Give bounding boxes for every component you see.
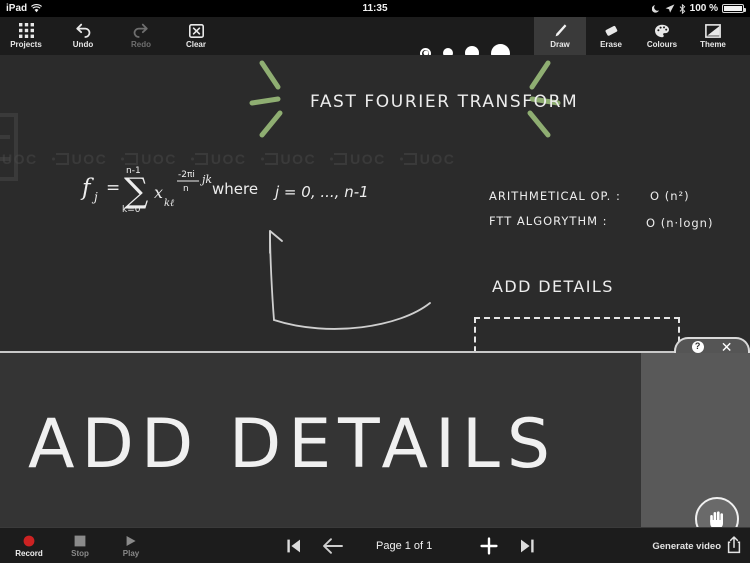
battery-full-icon <box>722 4 746 13</box>
theme-label: Theme <box>700 40 726 49</box>
svg-text:n: n <box>183 184 189 194</box>
redo-label: Redo <box>131 40 151 49</box>
close-x-icon[interactable]: ✕ <box>721 340 733 354</box>
status-bar-right: 100 % <box>651 0 746 17</box>
svg-text:=: = <box>106 178 120 198</box>
stop-square-icon <box>74 534 86 547</box>
complexity-value-0: O (n²) <box>650 189 690 203</box>
whiteboard-canvas[interactable]: UOC UOC UOC UOC UOC UOC UOC FAST FOURIER… <box>0 55 750 351</box>
selection-text: ADD DETAILS <box>492 277 614 296</box>
play-button[interactable]: Play <box>104 528 158 563</box>
formula-group: f j = ∑ n-1 k=0 x kℓ -2πi n jk where j =… <box>80 166 369 215</box>
svg-text:kℓ: kℓ <box>164 198 174 209</box>
eraser-icon <box>603 23 620 38</box>
erase-label: Erase <box>600 40 622 49</box>
board-title: FAST FOURIER TRANSFORM <box>310 92 578 112</box>
record-label: Record <box>15 549 43 558</box>
redo-button[interactable]: Redo <box>115 17 167 55</box>
curved-arrow-stroke <box>269 230 431 330</box>
status-bar: iPad 11:35 100 % <box>0 0 750 17</box>
stop-button[interactable]: Stop <box>53 528 107 563</box>
redo-arrow-icon <box>133 23 149 38</box>
complexity-group: ARITHMETICAL OP. : O (n²) FTT ALGORYTHM … <box>489 189 713 230</box>
location-arrow-icon <box>665 4 675 13</box>
projects-button[interactable]: Projects <box>0 17 52 55</box>
complexity-label-0: ARITHMETICAL OP. : <box>489 189 621 203</box>
stop-label: Stop <box>71 549 89 558</box>
colours-button[interactable]: Colours <box>636 17 688 55</box>
first-page-button[interactable] <box>285 528 303 563</box>
erase-tool-button[interactable]: Erase <box>585 17 637 55</box>
theme-button[interactable]: Theme <box>687 17 739 55</box>
clear-x-icon <box>188 23 204 38</box>
play-triangle-icon <box>125 534 137 547</box>
clear-button[interactable]: Clear <box>170 17 222 55</box>
draw-tool-button[interactable]: Draw <box>534 17 586 55</box>
undo-arrow-icon <box>75 23 91 38</box>
record-dot-icon <box>23 534 35 547</box>
colours-label: Colours <box>646 40 678 49</box>
generate-video-button[interactable]: Generate video <box>652 528 741 563</box>
pencil-icon <box>553 23 568 38</box>
moon-icon <box>651 4 661 13</box>
share-upload-icon <box>727 535 741 557</box>
question-mark-icon[interactable]: ? <box>691 340 704 353</box>
grid-icon <box>18 23 34 38</box>
last-page-button[interactable] <box>518 528 536 563</box>
svg-text:j: j <box>91 190 98 204</box>
svg-text:j = 0, ..., n-1: j = 0, ..., n-1 <box>273 183 369 201</box>
page-label: Page 1 of 1 <box>376 540 433 552</box>
preview-panel-tab: ? ✕ <box>674 337 750 354</box>
record-button[interactable]: Record <box>2 528 56 563</box>
skip-to-end-icon <box>521 539 534 553</box>
bottom-toolbar: Record Stop Play Page 1 of 1 Generate vi… <box>0 527 750 563</box>
battery-percent-label: 100 % <box>689 3 718 14</box>
svg-text:f: f <box>80 175 94 201</box>
bluetooth-icon <box>679 3 686 14</box>
selection-box[interactable] <box>474 317 680 351</box>
preview-panel: ADD DETAILS <box>0 353 750 541</box>
complexity-label-1: FTT ALGORYTHM : <box>489 214 608 228</box>
undo-label: Undo <box>72 40 94 49</box>
preview-text: ADD DETAILS <box>28 405 557 484</box>
projects-label: Projects <box>10 40 42 49</box>
theme-contrast-icon <box>705 23 721 38</box>
complexity-value-1: O (n·logn) <box>646 216 713 230</box>
add-page-button[interactable] <box>480 528 498 563</box>
plus-icon <box>480 537 498 555</box>
generate-video-label: Generate video <box>652 540 721 552</box>
preview-canvas[interactable]: ADD DETAILS <box>0 353 641 527</box>
draw-label: Draw <box>550 40 570 49</box>
previous-page-button[interactable] <box>322 528 344 563</box>
preview-ink-layer: ADD DETAILS <box>28 405 557 484</box>
svg-text:n-1: n-1 <box>126 166 141 176</box>
app-root: iPad 11:35 100 % Projects Undo Redo Clea… <box>0 0 750 563</box>
svg-text:-2πi: -2πi <box>178 170 195 180</box>
skip-to-start-icon <box>287 539 300 553</box>
play-label: Play <box>122 549 140 558</box>
page-indicator: Page 1 of 1 <box>376 528 432 563</box>
svg-text:k=0: k=0 <box>122 205 141 215</box>
svg-text:jk: jk <box>199 173 212 186</box>
top-toolbar: Projects Undo Redo Clear Draw Erase Colo… <box>0 17 750 63</box>
status-bar-clock: 11:35 <box>362 3 388 14</box>
undo-button[interactable]: Undo <box>57 17 109 55</box>
clear-label: Clear <box>185 40 206 49</box>
svg-text:where: where <box>212 180 258 198</box>
arrow-left-icon <box>323 538 343 554</box>
palette-icon <box>654 23 670 38</box>
svg-text:x: x <box>154 183 163 202</box>
board-ink-layer: FAST FOURIER TRANSFORM f j = ∑ n-1 k=0 x… <box>80 60 713 330</box>
